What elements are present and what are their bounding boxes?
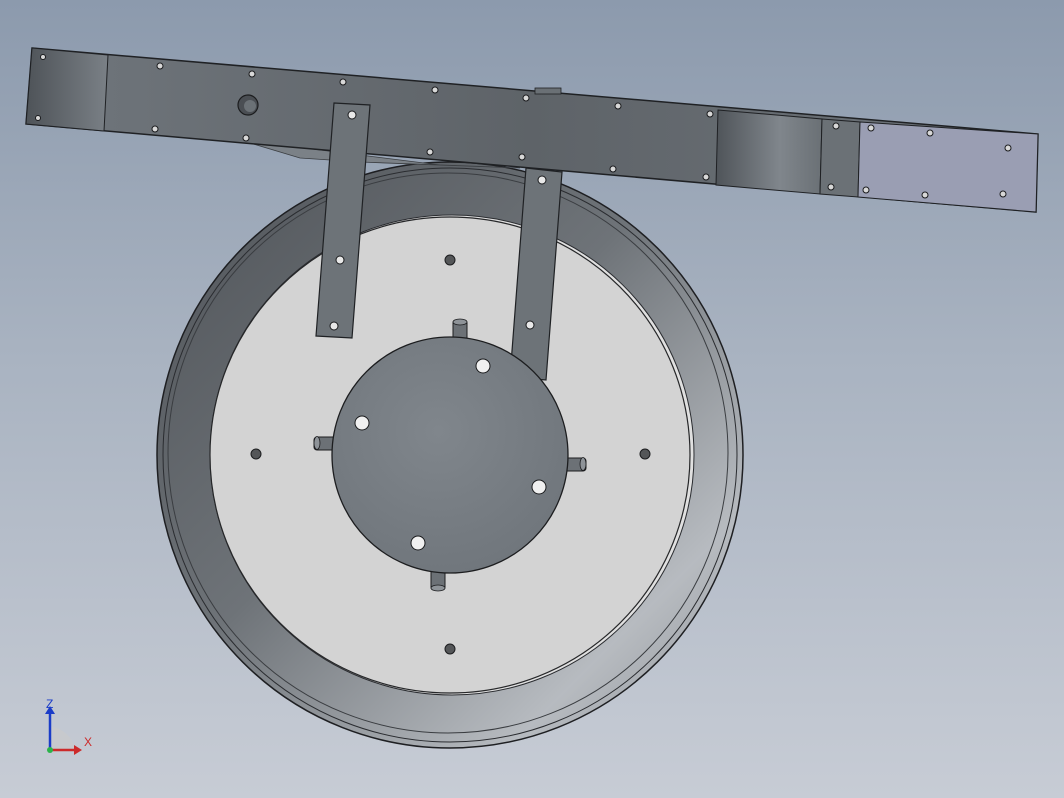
disc-bolt-hole: [250, 448, 262, 460]
cad-model-view[interactable]: [0, 0, 1064, 798]
end-plate[interactable]: [857, 121, 1039, 213]
hub-plate[interactable]: [331, 336, 569, 574]
disc-bolt-hole: [639, 448, 651, 460]
graphics-viewport[interactable]: Z X: [0, 0, 1064, 798]
triad-icon: Z X: [45, 697, 92, 755]
disc-bolt-hole: [444, 254, 456, 266]
disc-bolt-hole: [444, 643, 456, 655]
x-axis-label: X: [84, 735, 92, 749]
z-axis-label: Z: [46, 697, 53, 711]
coordinate-triad: Z X: [36, 696, 106, 760]
